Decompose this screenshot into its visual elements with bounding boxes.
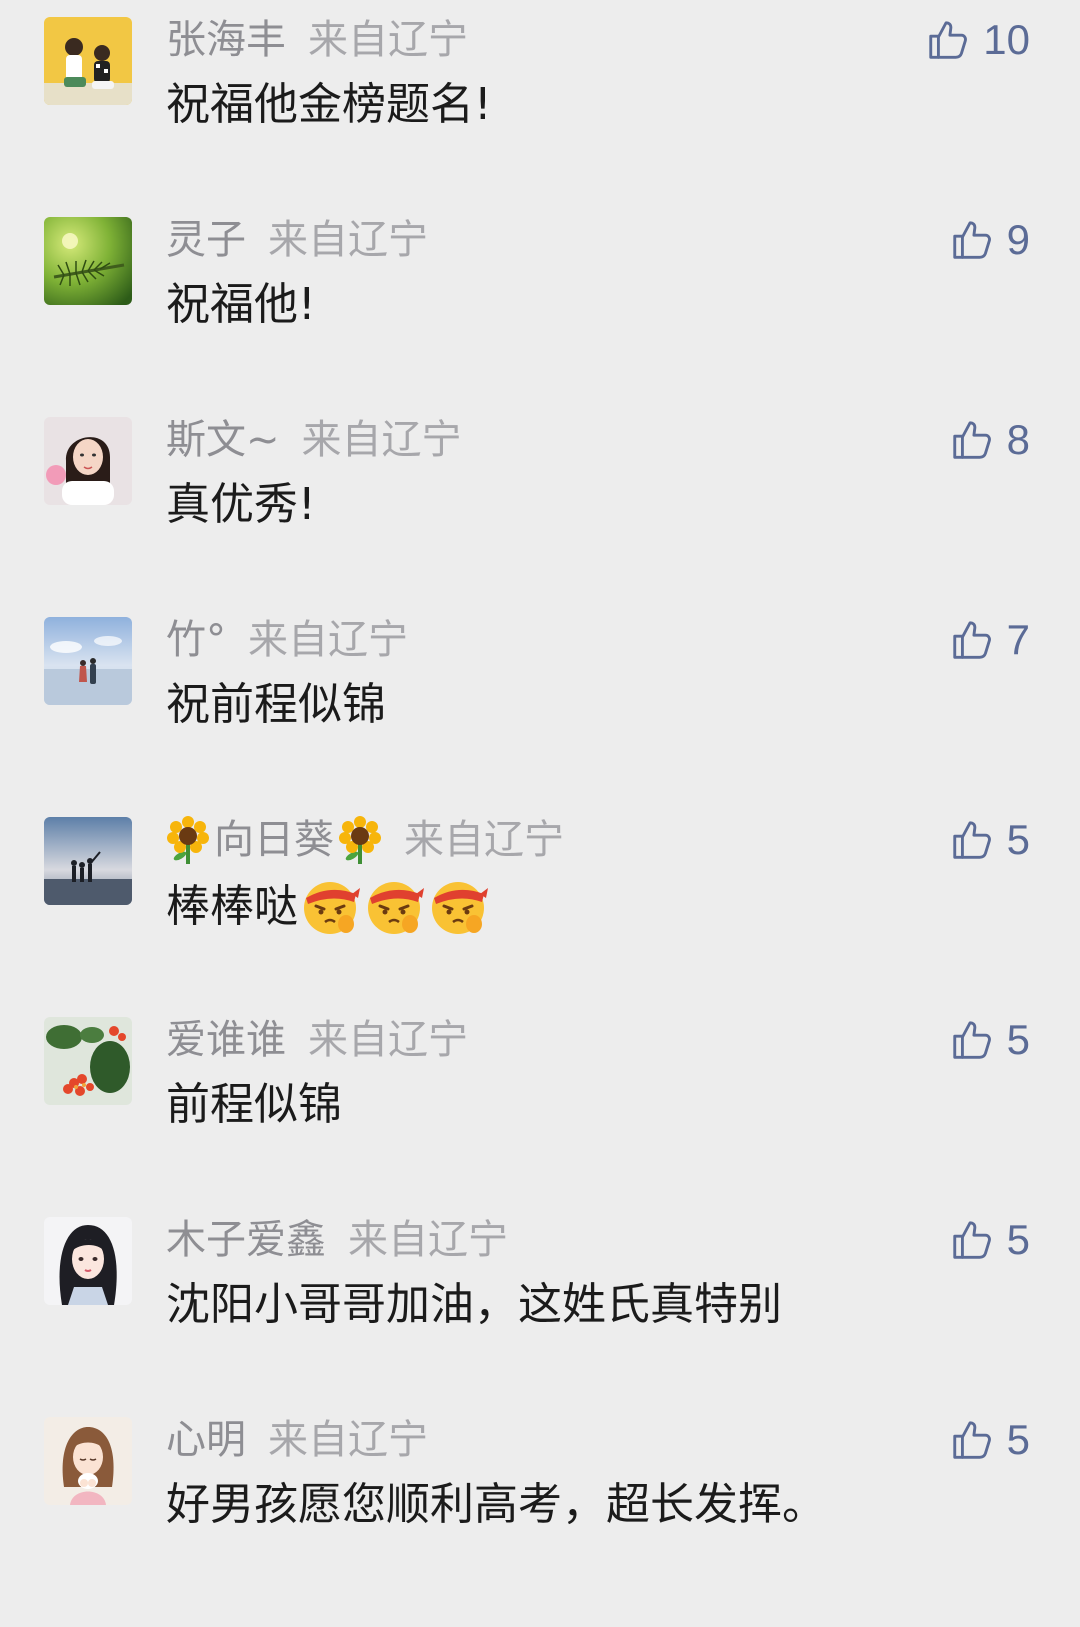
like-count: 10 (983, 16, 1030, 63)
avatar[interactable] (44, 1217, 132, 1305)
comment-text[interactable]: 祝福他金榜题名! (166, 76, 492, 134)
location-label: 来自辽宁 (404, 817, 564, 863)
two-children-avatar (44, 17, 132, 105)
red-flowers-avatar (44, 1017, 132, 1105)
comment-text[interactable]: 前程似锦 (166, 1076, 342, 1134)
anime-girl-avatar (44, 1217, 132, 1305)
thumbs-up-icon (949, 417, 995, 463)
author-name[interactable]: 木子爱鑫 (166, 1214, 326, 1266)
comment-item: 向日葵 来自辽宁 棒棒哒 5 (0, 800, 1080, 1008)
comment-meta: 灵子 来自辽宁 (166, 214, 428, 266)
comment-item: 竹° 来自辽宁 祝前程似锦 7 (0, 600, 1080, 808)
comment-item: 心明 来自辽宁 好男孩愿您顺利高考，超长发挥。 5 (0, 1400, 1080, 1608)
comment-meta: 斯文~ 来自辽宁 (166, 414, 462, 466)
like-button[interactable]: 8 (949, 414, 1030, 466)
location-label: 来自辽宁 (308, 1017, 468, 1063)
comment-item: 灵子 来自辽宁 祝福他! 9 (0, 200, 1080, 408)
comment-meta: 向日葵 来自辽宁 (166, 814, 564, 866)
like-count: 9 (1006, 216, 1030, 263)
beach-couple-avatar (44, 617, 132, 705)
location-label: 来自辽宁 (268, 217, 428, 263)
comment-item: 木子爱鑫 来自辽宁 沈阳小哥哥加油，这姓氏真特别 5 (0, 1200, 1080, 1408)
determined-face-emoji-icon (300, 876, 362, 938)
location-label: 来自辽宁 (268, 1417, 428, 1463)
illustrated-girl-avatar (44, 1417, 132, 1505)
like-count: 5 (1006, 1216, 1030, 1263)
comment-text[interactable]: 棒棒哒 (166, 876, 490, 938)
author-name[interactable]: 爱谁谁 (166, 1014, 286, 1066)
determined-face-emoji-icon (428, 876, 490, 938)
comment-text[interactable]: 祝前程似锦 (166, 676, 386, 734)
determined-face-emoji-icon (364, 876, 426, 938)
author-name[interactable]: 竹° (166, 614, 226, 666)
avatar[interactable] (44, 1017, 132, 1105)
like-count: 7 (1006, 616, 1030, 663)
thumbs-up-icon (949, 617, 995, 663)
avatar[interactable] (44, 17, 132, 105)
avatar[interactable] (44, 417, 132, 505)
avatar[interactable] (44, 617, 132, 705)
like-button[interactable]: 5 (949, 1214, 1030, 1266)
thumbs-up-icon (949, 1217, 995, 1263)
thumbs-up-icon (949, 1417, 995, 1463)
comment-item: 斯文~ 来自辽宁 真优秀! 8 (0, 400, 1080, 608)
like-button[interactable]: 10 (925, 14, 1030, 66)
sunflower-icon (166, 814, 210, 866)
author-name[interactable]: 张海丰 (166, 14, 286, 66)
author-name[interactable]: 灵子 (166, 214, 246, 266)
avatar[interactable] (44, 817, 132, 905)
comment-meta: 心明 来自辽宁 (166, 1414, 428, 1466)
like-count: 5 (1006, 1016, 1030, 1063)
thumbs-up-icon (949, 217, 995, 263)
author-name[interactable]: 心明 (166, 1414, 246, 1466)
location-label: 来自辽宁 (248, 617, 408, 663)
sunset-silhouettes-avatar (44, 817, 132, 905)
comment-meta: 木子爱鑫 来自辽宁 (166, 1214, 508, 1266)
pine-branch-avatar (44, 217, 132, 305)
thumbs-up-icon (949, 1017, 995, 1063)
like-button[interactable]: 5 (949, 1014, 1030, 1066)
comment-text[interactable]: 真优秀! (166, 476, 316, 534)
sunflower-icon (338, 814, 382, 866)
comment-text-content: 棒棒哒 (166, 881, 298, 932)
comment-meta: 张海丰 来自辽宁 (166, 14, 468, 66)
comment-text[interactable]: 祝福他! (166, 276, 316, 334)
location-label: 来自辽宁 (308, 17, 468, 63)
thumbs-up-icon (925, 17, 971, 63)
comment-item: 张海丰 来自辽宁 祝福他金榜题名! 10 (0, 0, 1080, 208)
comment-text[interactable]: 好男孩愿您顺利高考，超长发挥。 (166, 1476, 826, 1534)
woman-portrait-avatar (44, 417, 132, 505)
comment-text[interactable]: 沈阳小哥哥加油，这姓氏真特别 (166, 1276, 782, 1334)
like-count: 5 (1006, 1416, 1030, 1463)
like-count: 8 (1006, 416, 1030, 463)
like-button[interactable]: 7 (949, 614, 1030, 666)
author-name[interactable]: 向日葵 (214, 814, 334, 866)
author-name[interactable]: 斯文~ (166, 414, 280, 466)
thumbs-up-icon (949, 817, 995, 863)
like-button[interactable]: 9 (949, 214, 1030, 266)
comment-meta: 竹° 来自辽宁 (166, 614, 408, 666)
location-label: 来自辽宁 (301, 417, 462, 463)
like-count: 5 (1006, 816, 1030, 863)
avatar[interactable] (44, 217, 132, 305)
comment-list: 张海丰 来自辽宁 祝福他金榜题名! 10 灵子 来自辽宁 祝福他! 9 斯文~ … (0, 0, 1080, 1627)
comment-meta: 爱谁谁 来自辽宁 (166, 1014, 468, 1066)
comment-item: 爱谁谁 来自辽宁 前程似锦 5 (0, 1000, 1080, 1208)
avatar[interactable] (44, 1417, 132, 1505)
location-label: 来自辽宁 (348, 1217, 508, 1263)
like-button[interactable]: 5 (949, 814, 1030, 866)
like-button[interactable]: 5 (949, 1414, 1030, 1466)
